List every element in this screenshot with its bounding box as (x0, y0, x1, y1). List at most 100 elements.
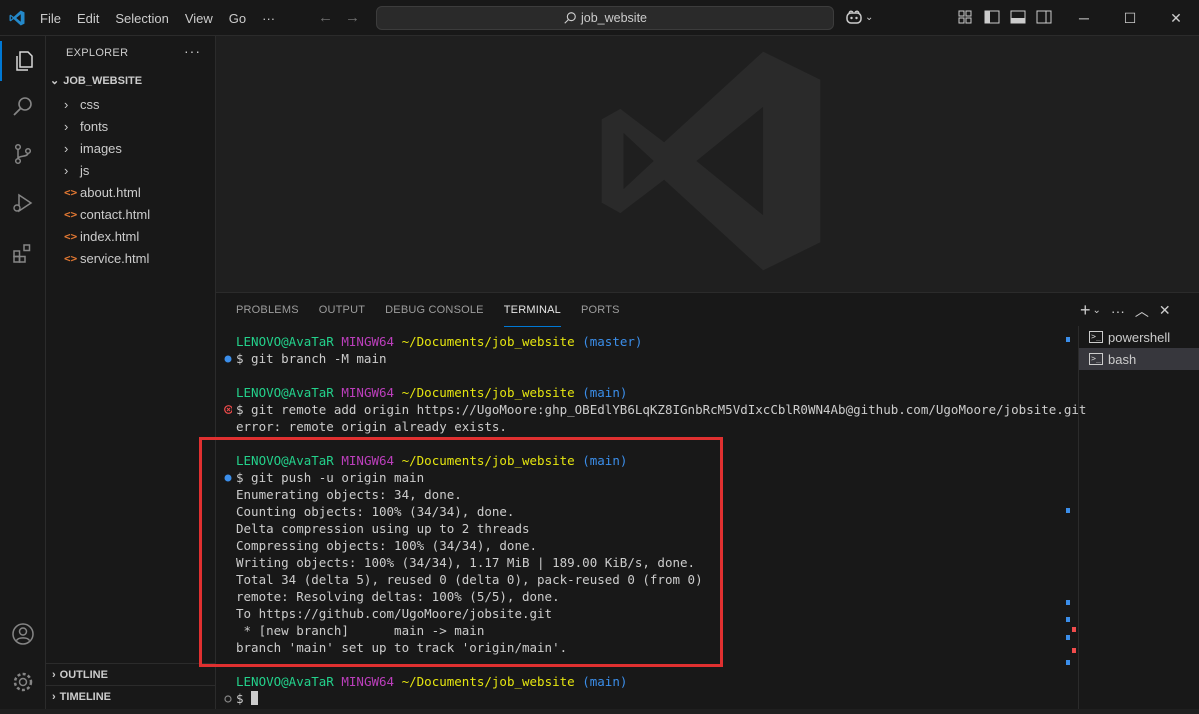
output-line: Writing objects: 100% (34/34), 1.17 MiB … (236, 555, 696, 570)
copilot-icon (846, 10, 862, 24)
html-file-icon: <> (64, 251, 78, 265)
customize-layout-icon[interactable] (958, 10, 974, 24)
source-control-icon[interactable] (0, 134, 46, 174)
close-panel-icon[interactable]: ✕ (1159, 302, 1171, 319)
terminal-output[interactable]: LENOVO@AvaTaR MINGW64 ~/Documents/job_we… (216, 333, 1086, 714)
chevron-right-icon: › (52, 690, 56, 703)
menu-selection[interactable]: Selection (107, 11, 176, 26)
terminal-item-powershell[interactable]: >_ powershell (1079, 326, 1199, 348)
output-line: error: remote origin already exists. (236, 419, 507, 434)
output-line: To https://github.com/UgoMoore/jobsite.g… (236, 606, 553, 621)
scroll-marker (1066, 660, 1070, 665)
tab-ports[interactable]: PORTS (581, 293, 620, 327)
terminal-item-bash[interactable]: >_ bash (1079, 348, 1199, 370)
html-file-icon: <> (64, 207, 78, 221)
output-line: Delta compression using up to 2 threads (236, 521, 530, 536)
close-icon[interactable]: ✕ (1153, 0, 1199, 36)
menu-edit[interactable]: Edit (69, 11, 107, 26)
command-error-icon[interactable] (224, 401, 232, 418)
html-file-icon: <> (64, 229, 78, 243)
outline-label: OUTLINE (59, 668, 108, 681)
forward-arrow-icon[interactable]: → (345, 9, 360, 26)
folder-label: images (80, 140, 122, 156)
tab-terminal[interactable]: TERMINAL (503, 293, 561, 327)
explorer-more-actions[interactable]: ··· (184, 43, 201, 59)
terminal-item-label: bash (1108, 351, 1137, 367)
prompt-line: LENOVO@AvaTaR MINGW64 ~/Documents/job_we… (236, 674, 628, 689)
folder-label: js (80, 162, 90, 178)
menu-more[interactable]: ··· (254, 11, 283, 26)
minimize-icon[interactable]: ─ (1061, 0, 1107, 36)
terminal-icon: >_ (1089, 353, 1103, 365)
back-arrow-icon[interactable]: ← (318, 9, 333, 26)
workspace-root-label: JOB_WEBSITE (63, 74, 143, 87)
file-service-html[interactable]: <> service.html (46, 247, 215, 269)
scroll-marker (1072, 627, 1076, 632)
vscode-logo-icon (9, 10, 25, 26)
file-label: index.html (80, 228, 140, 244)
file-about-html[interactable]: <> about.html (46, 181, 215, 203)
timeline-section[interactable]: › TIMELINE (46, 685, 215, 707)
search-icon (564, 12, 576, 24)
run-debug-icon[interactable] (0, 183, 46, 223)
outline-section[interactable]: › OUTLINE (46, 663, 215, 685)
command-success-dot-icon[interactable] (224, 469, 232, 486)
tab-problems[interactable]: PROBLEMS (236, 293, 299, 327)
toggle-primary-sidebar-icon[interactable] (984, 10, 1000, 24)
menu-view[interactable]: View (177, 11, 221, 26)
maximize-icon[interactable]: ☐ (1107, 0, 1153, 36)
chevron-right-icon: › (52, 668, 56, 681)
output-line: Enumerating objects: 34, done. (236, 487, 462, 502)
file-label: service.html (80, 250, 150, 266)
menu-bar: File Edit Selection View Go ··· (32, 0, 283, 36)
toggle-panel-icon[interactable] (1010, 10, 1026, 24)
scroll-marker (1066, 635, 1070, 640)
terminal-cursor (251, 691, 259, 705)
chevron-down-icon: ⌄ (865, 11, 874, 23)
folder-label: fonts (80, 118, 109, 134)
chevron-right-icon: › (64, 118, 69, 134)
explorer-icon[interactable] (0, 41, 46, 81)
scroll-marker (1066, 337, 1070, 342)
command-success-dot-icon[interactable] (224, 350, 232, 367)
prompt-line: LENOVO@AvaTaR MINGW64 ~/Documents/job_we… (236, 453, 628, 468)
scroll-marker (1072, 648, 1076, 653)
file-index-html[interactable]: <> index.html (46, 225, 215, 247)
search-label: job_website (580, 11, 647, 25)
manage-gear-icon[interactable] (0, 662, 46, 702)
more-actions-icon[interactable]: ··· (1111, 303, 1125, 319)
toggle-secondary-sidebar-icon[interactable] (1036, 10, 1052, 24)
maximize-panel-icon[interactable]: ︿ (1135, 301, 1149, 321)
extensions-icon[interactable] (0, 233, 46, 273)
output-line: Total 34 (delta 5), reused 0 (delta 0), … (236, 572, 703, 587)
scroll-marker (1066, 508, 1070, 513)
copilot-button[interactable]: ⌄ (845, 9, 873, 25)
folder-images[interactable]: › images (46, 137, 215, 159)
accounts-icon[interactable] (0, 614, 46, 654)
command-line: $ git remote add origin https://UgoMoore… (236, 402, 1087, 417)
menu-go[interactable]: Go (221, 11, 254, 26)
command-pending-dot-icon[interactable] (224, 690, 232, 707)
search-icon[interactable] (0, 86, 46, 126)
terminal-icon: >_ (1089, 331, 1103, 343)
file-contact-html[interactable]: <> contact.html (46, 203, 215, 225)
title-bar: File Edit Selection View Go ··· ← → job_… (0, 0, 1199, 36)
workspace-root[interactable]: ⌄ JOB_WEBSITE (50, 74, 143, 88)
activity-bar (0, 36, 46, 709)
tab-output[interactable]: OUTPUT (319, 293, 365, 327)
folder-fonts[interactable]: › fonts (46, 115, 215, 137)
menu-file[interactable]: File (32, 11, 69, 26)
chevron-down-icon[interactable]: ⌄ (1093, 305, 1101, 316)
folder-js[interactable]: › js (46, 159, 215, 181)
output-line: Counting objects: 100% (34/34), done. (236, 504, 515, 519)
active-command-line[interactable]: $ (236, 690, 259, 707)
folder-css[interactable]: › css (46, 93, 215, 115)
prompt-line: LENOVO@AvaTaR MINGW64 ~/Documents/job_we… (236, 385, 628, 400)
terminal-scrollbar[interactable] (1064, 330, 1076, 705)
tab-debug-console[interactable]: DEBUG CONSOLE (385, 293, 484, 327)
new-terminal-plus-icon[interactable]: + (1080, 300, 1091, 321)
output-line: Compressing objects: 100% (34/34), done. (236, 538, 538, 553)
command-center-search[interactable]: job_website (376, 6, 834, 30)
explorer-title: EXPLORER (66, 47, 129, 59)
chevron-right-icon: › (64, 162, 69, 178)
